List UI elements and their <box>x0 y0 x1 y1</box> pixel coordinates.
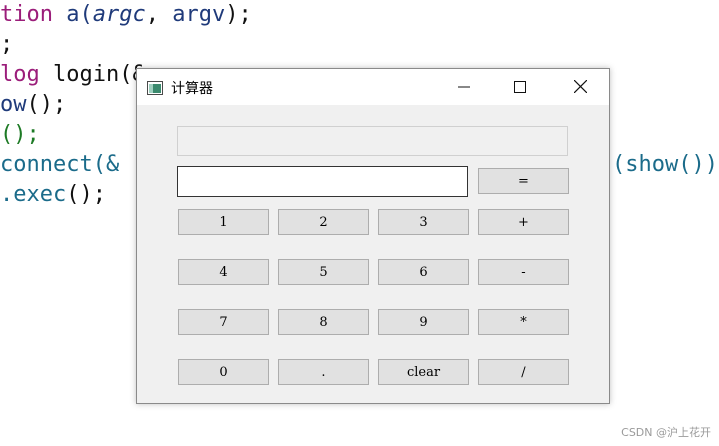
csdn-watermark: CSDN @沪上花开 <box>621 426 711 439</box>
divide-button[interactable]: / <box>478 359 569 385</box>
code-line-7: .exec(); <box>0 182 106 207</box>
window-title: 计算器 <box>171 81 213 97</box>
code-line-6-tail: (show()) <box>612 152 718 177</box>
code-editor-background: tion a(argc, argv); ; log login(& ow(); … <box>0 0 718 270</box>
clear-button[interactable]: clear <box>378 359 469 385</box>
app-window-icon <box>147 80 163 95</box>
key-8-button[interactable]: 8 <box>278 309 369 335</box>
code-line-5: (); <box>0 122 40 147</box>
add-button[interactable]: + <box>478 209 569 235</box>
minimize-button[interactable] <box>441 69 487 105</box>
key-1-button[interactable]: 1 <box>178 209 269 235</box>
maximize-icon <box>514 78 526 97</box>
close-icon <box>573 78 587 97</box>
code-line-3: log login(& <box>0 62 146 87</box>
maximize-button[interactable] <box>497 69 543 105</box>
title-bar[interactable]: 计算器 <box>137 69 609 105</box>
subtract-button[interactable]: - <box>478 259 569 285</box>
key-6-button[interactable]: 6 <box>378 259 469 285</box>
minimize-icon <box>458 78 470 97</box>
equals-button[interactable]: = <box>478 168 569 194</box>
code-line-6: connect(& <box>0 152 120 177</box>
multiply-button[interactable]: * <box>478 309 569 335</box>
code-line-1: tion a(argc, argv); <box>0 2 252 27</box>
key-9-button[interactable]: 9 <box>378 309 469 335</box>
key-2-button[interactable]: 2 <box>278 209 369 235</box>
result-display <box>177 126 568 156</box>
key-0-button[interactable]: 0 <box>178 359 269 385</box>
code-line-2: ; <box>0 32 14 57</box>
expression-input[interactable] <box>177 166 468 197</box>
key-4-button[interactable]: 4 <box>178 259 269 285</box>
code-line-4: ow(); <box>0 92 67 117</box>
calculator-window: 计算器 = 1 2 3 + 4 5 6 - 7 8 9 * 0 . clear … <box>136 68 610 404</box>
key-7-button[interactable]: 7 <box>178 309 269 335</box>
close-button[interactable] <box>557 69 603 105</box>
decimal-point-button[interactable]: . <box>278 359 369 385</box>
key-5-button[interactable]: 5 <box>278 259 369 285</box>
key-3-button[interactable]: 3 <box>378 209 469 235</box>
